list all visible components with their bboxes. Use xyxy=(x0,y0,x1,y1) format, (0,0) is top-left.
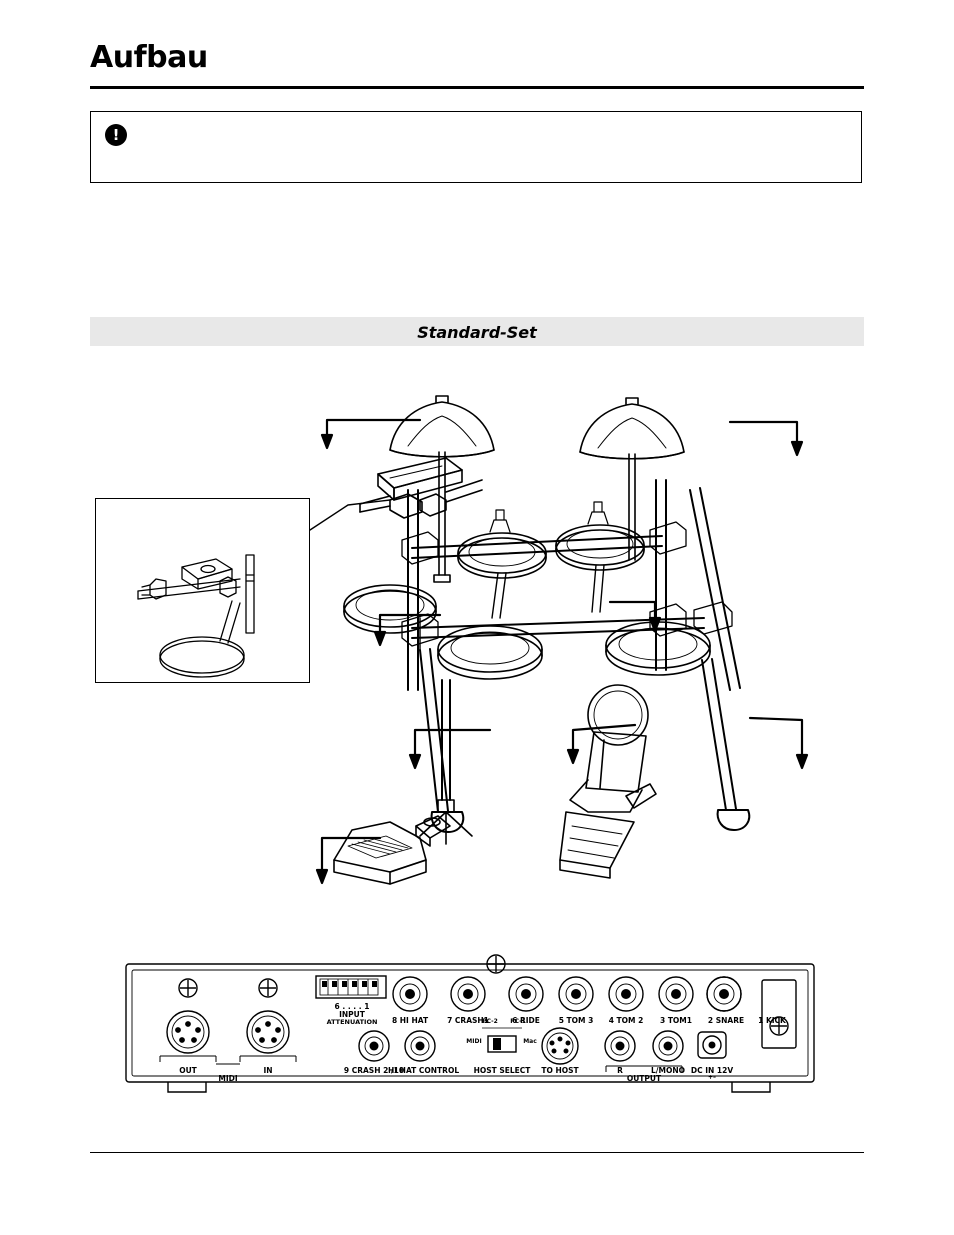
midi-in-jack xyxy=(246,1010,290,1054)
top-jack-row xyxy=(392,976,742,1012)
jack-5-tom-3-label: 5 TOM 3 xyxy=(558,1016,594,1025)
dc-polarity-label: +– xyxy=(707,1074,717,1081)
drum-kit-assembly-diagram xyxy=(90,360,864,920)
to-host-label: TO HOST xyxy=(541,1066,579,1075)
midi-out-jack xyxy=(166,1010,210,1054)
jack-1-kick-label: 1 KICK xyxy=(758,1016,786,1025)
title-rule xyxy=(90,86,864,89)
page-root: Aufbau ! Standard-Set 6 . . . . 1 INPUT … xyxy=(0,0,954,1235)
output-group-label: OUTPUT xyxy=(626,1074,662,1083)
section-banner-label: Standard-Set xyxy=(417,323,537,342)
warning-exclamation-icon: ! xyxy=(105,124,127,146)
hi-hat-control-pedal xyxy=(333,815,451,885)
input-attenuation-dip-switch xyxy=(315,975,387,999)
jack-4-tom-2-label: 4 TOM 2 xyxy=(608,1016,644,1025)
to-host-jack xyxy=(541,1027,579,1065)
host-mac-label: Mac xyxy=(523,1038,537,1045)
tom-pad-2 xyxy=(555,501,645,613)
host-midi-label: MIDI xyxy=(466,1038,482,1045)
module-rear-panel-diagram: 6 . . . . 1 INPUT ATTENUATION 8 HI HAT 7… xyxy=(120,950,820,1100)
jack-hi-hat-control-label: HI HAT CONTROL xyxy=(388,1066,460,1075)
tom-pad-1 xyxy=(457,509,547,619)
host-pc1-label: PC-1 xyxy=(510,1018,526,1025)
page-title: Aufbau xyxy=(90,40,208,75)
warning-box: ! xyxy=(90,111,862,183)
kick-pad-and-pedal xyxy=(559,684,657,879)
tom-pad-3 xyxy=(343,584,437,651)
section-banner: Standard-Set xyxy=(90,317,864,346)
drum-kit-artwork xyxy=(137,395,809,885)
footer-rule xyxy=(90,1152,864,1153)
midi-group-label: MIDI xyxy=(218,1074,238,1083)
host-pc2-label: PC-2 xyxy=(482,1018,498,1025)
dc-in-jack xyxy=(697,1031,727,1059)
host-select-switch xyxy=(487,1035,517,1053)
bottom-jack-row xyxy=(358,1030,684,1062)
sound-module xyxy=(359,457,483,519)
jack-8-hi-hat-label: 8 HI HAT xyxy=(391,1016,429,1025)
